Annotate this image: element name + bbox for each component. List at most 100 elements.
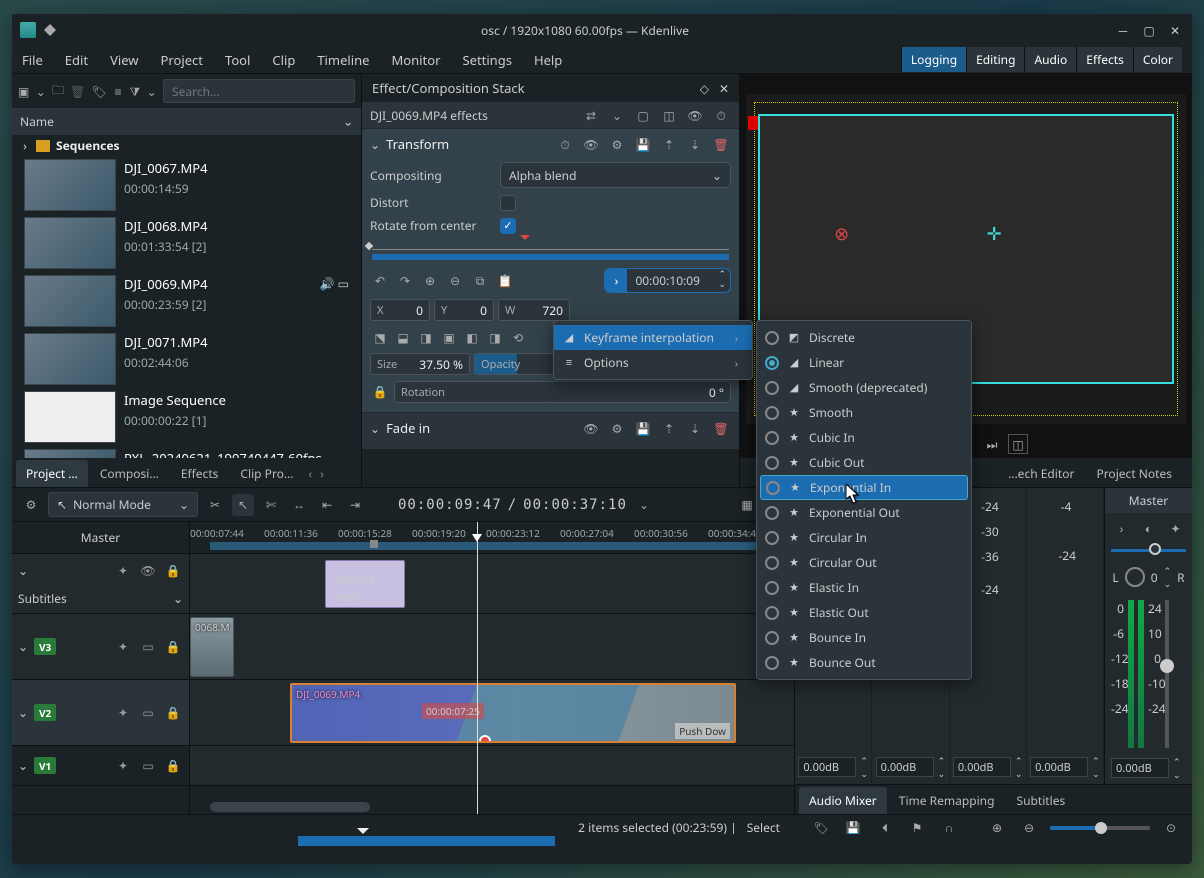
fx-icon[interactable]: ✦ [113,756,133,776]
interp-linear[interactable]: ◢Linear [757,350,971,375]
track-badge-v2[interactable]: V2 [34,704,56,721]
clip-item[interactable]: DJI_0068.MP4 00:01:33:54 [2] [12,214,361,272]
list-button[interactable]: ≡ [113,80,124,102]
menu-clip[interactable]: Clip [272,51,295,69]
y-field[interactable]: Y0 [434,299,494,321]
compositing-select[interactable]: Alpha blend⌄ [500,162,731,188]
clip-item[interactable]: PXL_20240621_190740447-60fps [12,446,361,458]
keyframe-timeline[interactable] [372,254,729,260]
interp-cubic-in[interactable]: ★Cubic In [757,425,971,450]
grid-icon[interactable]: ▦ [736,494,758,516]
keyframe-submenu[interactable]: ◢ Keyframe interpolation › ≡ Options › [553,320,753,380]
track-badge-v3[interactable]: V3 [34,638,56,655]
fx-icon[interactable]: ✦ [113,703,133,723]
db-field[interactable]: 0.00dB [876,757,934,777]
align-right-icon[interactable]: ◨ [485,327,505,347]
tab-effects[interactable]: Effects [171,460,229,487]
skip-forward-icon[interactable]: ⏭ [982,434,1002,454]
eye-icon[interactable]: 👁 [581,134,601,154]
align-top-left-icon[interactable]: ⬔ [370,327,390,347]
tab-time-remapping[interactable]: Time Remapping [889,787,1005,814]
menu-view[interactable]: View [110,51,138,69]
add-dropdown[interactable]: ⌄ [35,80,46,102]
w-field[interactable]: W720 [498,299,570,321]
lock-icon[interactable]: 🔒 [163,560,183,580]
fade-handle[interactable] [479,735,491,743]
center-cross-icon[interactable]: ✛ [987,222,1002,246]
collapse-icon[interactable]: ⌄ [370,136,380,153]
kf-prev-icon[interactable]: ↶ [370,271,390,291]
composition-label[interactable]: Push Dow [675,723,730,739]
clip-item[interactable]: Image Sequence 00:00:00:22 [1] [12,388,361,446]
thumb-icon[interactable]: ▭ [138,637,158,657]
guide-marker[interactable] [370,540,378,548]
close-button[interactable]: ✕ [1166,21,1184,39]
db-field[interactable]: 0.00dB [798,757,856,777]
expand-icon[interactable]: › [1112,518,1132,538]
menu-timeline[interactable]: Timeline [317,51,369,69]
eye-icon[interactable]: 👁 [685,105,705,125]
menu-project[interactable]: Project [161,51,203,69]
maximize-button[interactable]: ▢ [1140,21,1158,39]
sequences-folder[interactable]: › Sequences [12,135,361,156]
distort-checkbox[interactable] [500,195,516,211]
thumb-icon[interactable]: ▭ [138,703,158,723]
arrow-right-icon[interactable]: › [605,269,627,292]
align-top-icon[interactable]: ⬓ [393,327,413,347]
timeline-clip[interactable]: 0068.M [190,617,234,677]
chevron-down-icon[interactable]: ⌄ [173,590,183,607]
ripple-out-icon[interactable]: ⇥ [344,494,366,516]
timeline-scrollbar[interactable] [210,802,370,812]
razor-icon[interactable]: ✂ [204,494,226,516]
interp-elastic-out[interactable]: ★Elastic Out [757,600,971,625]
menu-options[interactable]: ≡ Options › [554,350,752,375]
align-left-icon[interactable]: ◧ [462,327,482,347]
timeline-position[interactable]: 00:00:09:47 [398,497,502,513]
lock-icon[interactable]: 🔒 [163,637,183,657]
eye-icon[interactable]: 👁 [581,418,601,438]
fx-icon[interactable]: ✦ [113,637,133,657]
x-field[interactable]: X0 [370,299,430,321]
workspace-effects[interactable]: Effects [1076,47,1133,72]
filter-button[interactable]: ⧩ [129,80,140,102]
fx-icon[interactable]: ✦ [1166,518,1186,538]
subtitle-track-label[interactable]: Subtitles [18,590,67,607]
mono-icon[interactable]: ◐ [1139,518,1159,538]
size-field[interactable]: Size37.50 % [370,353,470,375]
link-icon[interactable]: ⇄ [581,105,601,125]
collapse-icon[interactable]: ⌄ [18,638,28,655]
select-tool-icon[interactable]: ↖ [232,494,254,516]
fx-icon[interactable]: ✦ [113,560,133,580]
workspace-editing[interactable]: Editing [966,47,1024,72]
clip-item[interactable]: DJI_0071.MP4 00:02:44:06 [12,330,361,388]
playhead[interactable] [477,522,478,814]
thumb-icon[interactable]: ▭ [138,756,158,776]
interp-exponential-out[interactable]: ★Exponential Out [757,500,971,525]
workspace-logging[interactable]: Logging [901,47,966,72]
minimize-button[interactable]: ─ [1114,21,1132,39]
filter-dropdown[interactable]: ⌄ [146,80,157,102]
kf-paste-icon[interactable]: 📋 [495,271,515,291]
pin-icon[interactable] [44,24,56,36]
tab-project-bin[interactable]: Project … [16,460,88,487]
delete-button[interactable]: 🗑 [70,80,85,102]
menu-monitor[interactable]: Monitor [391,51,440,69]
rotation-field[interactable]: Rotation0 ° [394,381,731,403]
align-center-icon[interactable]: ▣ [439,327,459,347]
interp-elastic-in[interactable]: ★Elastic In [757,575,971,600]
folder-button[interactable]: 🗀 [52,80,64,102]
tab-next[interactable]: › [317,460,327,487]
timeline-clip-selected[interactable]: DJI_0069.MP4 00:00:07:25 Push Dow [290,683,736,743]
db-field[interactable]: 0.00dB [953,757,1011,777]
clip-item[interactable]: DJI_0069.MP4 00:00:23:59 [2] 🔊▭ [12,272,361,330]
eye-icon[interactable]: 👁 [138,560,158,580]
settings-icon[interactable]: ⚙ [607,134,627,154]
tab-audio-mixer[interactable]: Audio Mixer [799,787,887,814]
collapse-icon[interactable]: ⌄ [18,562,28,579]
db-field[interactable]: 0.00dB [1030,757,1088,777]
delete-effect-icon[interactable]: 🗑 [711,134,731,154]
close-panel-icon[interactable]: ✕ [719,80,729,97]
interp-circular-in[interactable]: ★Circular In [757,525,971,550]
menu-settings[interactable]: Settings [462,51,511,69]
kf-next-icon[interactable]: ↷ [395,271,415,291]
